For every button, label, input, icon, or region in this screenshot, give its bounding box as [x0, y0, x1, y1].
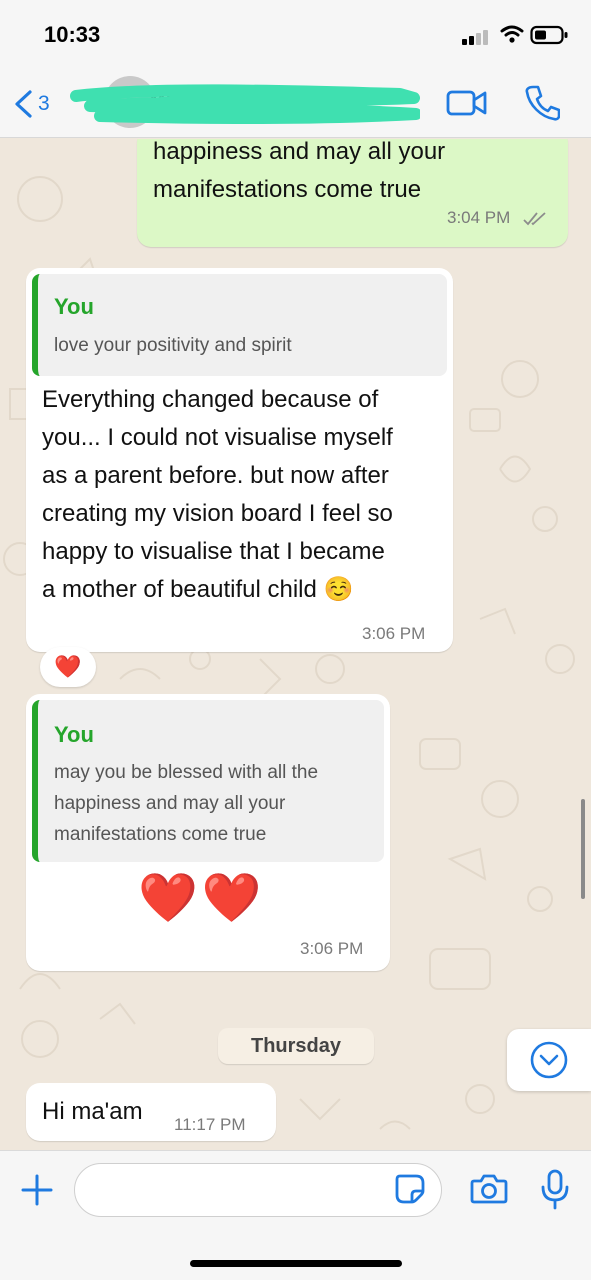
status-bar: 10:33 [0, 0, 591, 70]
video-call-icon[interactable] [446, 88, 488, 118]
hearts-emoji: ❤️❤️ [138, 872, 266, 925]
quote-text: love your positivity and spirit [54, 335, 292, 356]
status-time: 10:33 [44, 22, 101, 47]
message-bubble-incoming[interactable]: Hi ma'am 11:17 PM [26, 1083, 276, 1141]
sticker-icon[interactable] [394, 1173, 426, 1205]
message-bubble-incoming[interactable]: You love your positivity and spirit Ever… [26, 268, 453, 652]
unread-count: 3 [38, 92, 50, 115]
camera-icon[interactable] [470, 1173, 508, 1205]
double-check-icon [523, 212, 546, 226]
message-text-line: happy to visualise that I became [42, 538, 385, 565]
message-bubble-outgoing[interactable]: happiness and may all your manifestation… [137, 139, 568, 247]
message-time: 3:06 PM [300, 939, 364, 958]
quoted-message[interactable]: You may you be blessed with all the happ… [32, 700, 384, 862]
microphone-icon[interactable] [540, 1169, 570, 1211]
signal-icon [462, 29, 492, 45]
message-text: Hi ma'am [42, 1098, 143, 1125]
redaction-scribble [70, 84, 420, 124]
smiling-emoji: ☺️ [323, 576, 354, 603]
scroll-to-bottom-button[interactable] [507, 1029, 591, 1091]
date-separator: Thursday [218, 1028, 374, 1064]
quote-text-line: happiness and may all your [54, 793, 286, 814]
scrollbar[interactable] [581, 799, 585, 899]
plus-icon[interactable] [20, 1173, 54, 1207]
battery-icon [530, 25, 568, 45]
phone-call-icon[interactable] [524, 84, 560, 122]
message-time: 3:06 PM [362, 624, 426, 643]
chat-header: 3 MM PH ... rshi [0, 70, 591, 138]
message-text-line: happiness and may all your [153, 139, 446, 165]
message-bubble-incoming[interactable]: You may you be blessed with all the happ… [26, 694, 390, 971]
wifi-icon [500, 25, 524, 43]
message-input[interactable] [74, 1163, 442, 1217]
message-text-line: Everything changed because of [42, 386, 379, 413]
heart-icon: ❤️ [54, 654, 82, 679]
chat-area[interactable]: happiness and may all your manifestation… [0, 139, 591, 1150]
message-text-line: manifestations come true [153, 176, 422, 203]
quoted-message[interactable]: You love your positivity and spirit [32, 274, 447, 376]
quote-text-line: manifestations come true [54, 824, 267, 845]
chevron-down-icon [530, 1041, 568, 1079]
message-text-line: you... I could not visualise myself [42, 424, 393, 451]
message-text-line: a mother of beautiful child [42, 576, 317, 603]
message-time: 3:04 PM [447, 208, 511, 227]
quote-author: You [54, 722, 94, 747]
chevron-left-icon [15, 90, 32, 118]
quote-text-line: may you be blessed with all the [54, 762, 319, 783]
message-text-line: creating my vision board I feel so [42, 500, 393, 527]
message-text-line: as a parent before. but now after [42, 462, 389, 489]
quote-author: You [54, 294, 94, 319]
message-input-bar [0, 1150, 591, 1280]
heart-reaction[interactable]: ❤️ [40, 647, 96, 687]
back-button[interactable]: 3 [12, 86, 72, 122]
message-time: 11:17 PM [174, 1115, 246, 1134]
home-indicator [190, 1260, 402, 1267]
